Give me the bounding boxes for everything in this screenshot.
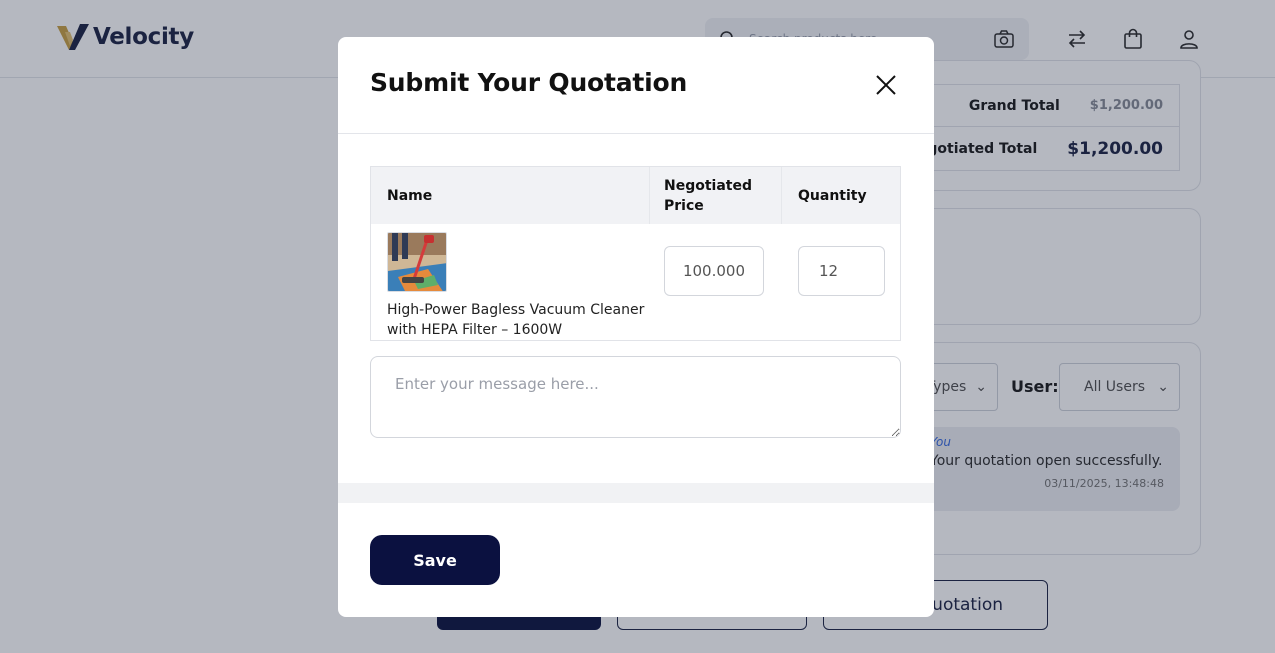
modal-divider	[338, 483, 934, 503]
message-textarea[interactable]	[370, 356, 901, 438]
quotation-table: Name Negotiated Price Quantity High-Powe…	[370, 166, 901, 341]
product-cell: High-Power Bagless Vacuum Cleaner with H…	[371, 224, 650, 340]
submit-quotation-modal: Submit Your Quotation Name Negotiated Pr…	[338, 37, 934, 617]
table-header: Name Negotiated Price Quantity	[371, 167, 900, 224]
table-row: High-Power Bagless Vacuum Cleaner with H…	[371, 224, 900, 340]
quantity-input[interactable]	[798, 246, 885, 296]
modal-header: Submit Your Quotation	[338, 37, 934, 134]
close-icon[interactable]	[873, 72, 899, 98]
column-header-quantity: Quantity	[798, 187, 867, 204]
product-name: High-Power Bagless Vacuum Cleaner with H…	[387, 302, 645, 338]
column-header-name: Name	[371, 167, 650, 224]
vacuum-cleaner-image	[388, 233, 446, 291]
modal-title: Submit Your Quotation	[370, 68, 688, 97]
price-cell	[650, 224, 782, 340]
column-header-price: Negotiated Price	[650, 167, 782, 224]
quantity-cell	[782, 224, 900, 340]
negotiated-price-input[interactable]	[664, 246, 764, 296]
save-button[interactable]: Save	[370, 535, 500, 585]
product-image	[387, 232, 447, 292]
